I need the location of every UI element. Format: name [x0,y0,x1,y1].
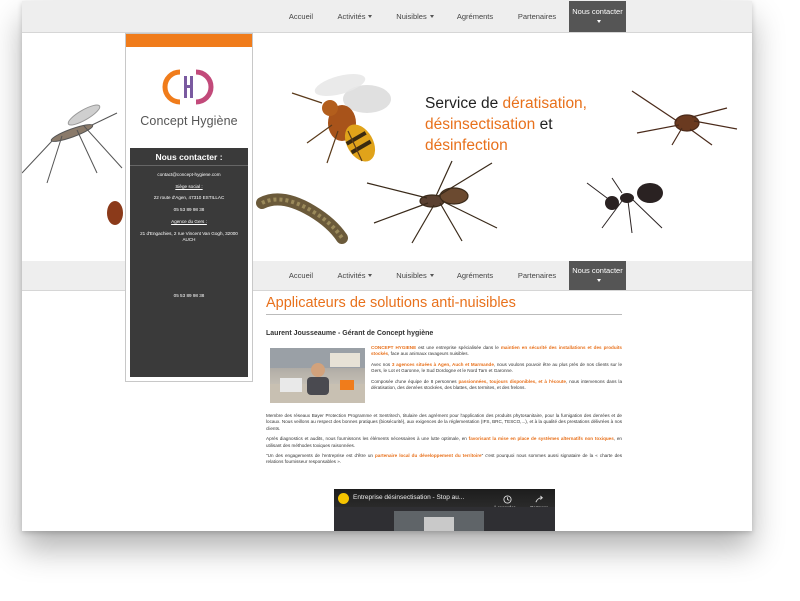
nav-partenaires[interactable]: Partenaires [505,1,569,32]
clock-icon [502,495,512,504]
spider-icon [631,90,738,146]
nav-activites[interactable]: Activités [325,1,385,32]
paragraph-diagnostics: Après diagnostics et audits, nous fourni… [266,436,622,448]
sidebar-accent-bar [126,34,252,47]
chevron-down-icon [597,279,601,283]
nav-accueil[interactable]: Accueil [277,1,325,32]
share-icon [534,495,543,503]
nav-agrements[interactable]: Agréments [445,1,505,32]
paragraph-networks: Membre des réseaux Bayer Protection Prog… [266,413,622,431]
youtube-video[interactable]: Entreprise désinsectisation - Stop au...… [334,489,555,531]
chevron-down-icon [429,15,434,18]
wasp-icon [291,74,391,164]
paragraph-engagement: "Un des engagements de l'entreprise est … [266,453,622,465]
chevron-down-icon [597,20,601,24]
contact-lower-phone[interactable]: 05 53 89 98 38 [130,293,248,298]
page-subtitle: Laurent Jousseaume - Gérant de Concept h… [266,330,434,337]
cockroach-icon [107,201,123,225]
contact-box: Nous contacter : contact@concept-hygiene… [130,148,248,377]
channel-avatar-icon[interactable] [338,493,349,504]
mosquito-icon [22,104,123,184]
video-title[interactable]: Entreprise désinsectisation - Stop au... [353,494,464,501]
ant-icon [586,177,663,234]
contact-details: contact@concept-hygiene.com Siège social… [130,166,248,244]
intro-text: CONCEPT HYGIENE est une entreprise spéci… [371,345,623,391]
nav-nuisibles[interactable]: Nuisibles [385,261,445,290]
gers-address: 21 d'Engachies, 2 rue Vincent Van Gogh, … [140,230,238,243]
nav-agrements[interactable]: Agréments [445,261,505,290]
sidebar: Concept Hygiène Nous contacter : contact… [125,33,253,382]
nav-partenaires[interactable]: Partenaires [505,261,569,290]
top-nav: Accueil Activités Nuisibles Agréments Pa… [22,1,752,33]
chevron-down-icon [429,274,434,277]
chevron-down-icon [368,15,373,18]
video-thumbnail [334,507,555,531]
spider-icon [366,160,498,244]
caterpillar-icon [256,193,348,244]
chevron-down-icon [368,274,373,277]
contact-email[interactable]: contact@concept-hygiene.com [134,172,244,179]
siege-phone[interactable]: 05 53 89 98 38 [134,207,244,214]
contact-title: Nous contacter : [130,148,248,166]
manager-photo [270,348,365,403]
siege-address: 22 route d'Agen, 47310 ESTILLAC [153,195,225,201]
page-title: Applicateurs de solutions anti-nuisibles [266,295,622,315]
gers-label: Agence du Gers : [171,218,207,224]
nav-activites[interactable]: Activités [325,261,385,290]
intro-section: CONCEPT HYGIENE est une entreprise spéci… [266,345,622,413]
nav-nous-contacter[interactable]: Nous contacter [569,261,626,290]
siege-label: Siège social : [175,183,203,189]
concept-hygiene-logo-icon[interactable] [160,66,216,108]
logo-text: Concept Hygiène [140,114,238,128]
browser-frame: Accueil Activités Nuisibles Agréments Pa… [22,1,752,531]
main-content: Applicateurs de solutions anti-nuisibles… [266,292,622,470]
nav-nous-contacter[interactable]: Nous contacter [569,1,626,32]
hero-tagline: Service de dératisation, désinsectisatio… [425,95,587,154]
nav-nuisibles[interactable]: Nuisibles [385,1,445,32]
nav-accueil[interactable]: Accueil [277,261,325,290]
